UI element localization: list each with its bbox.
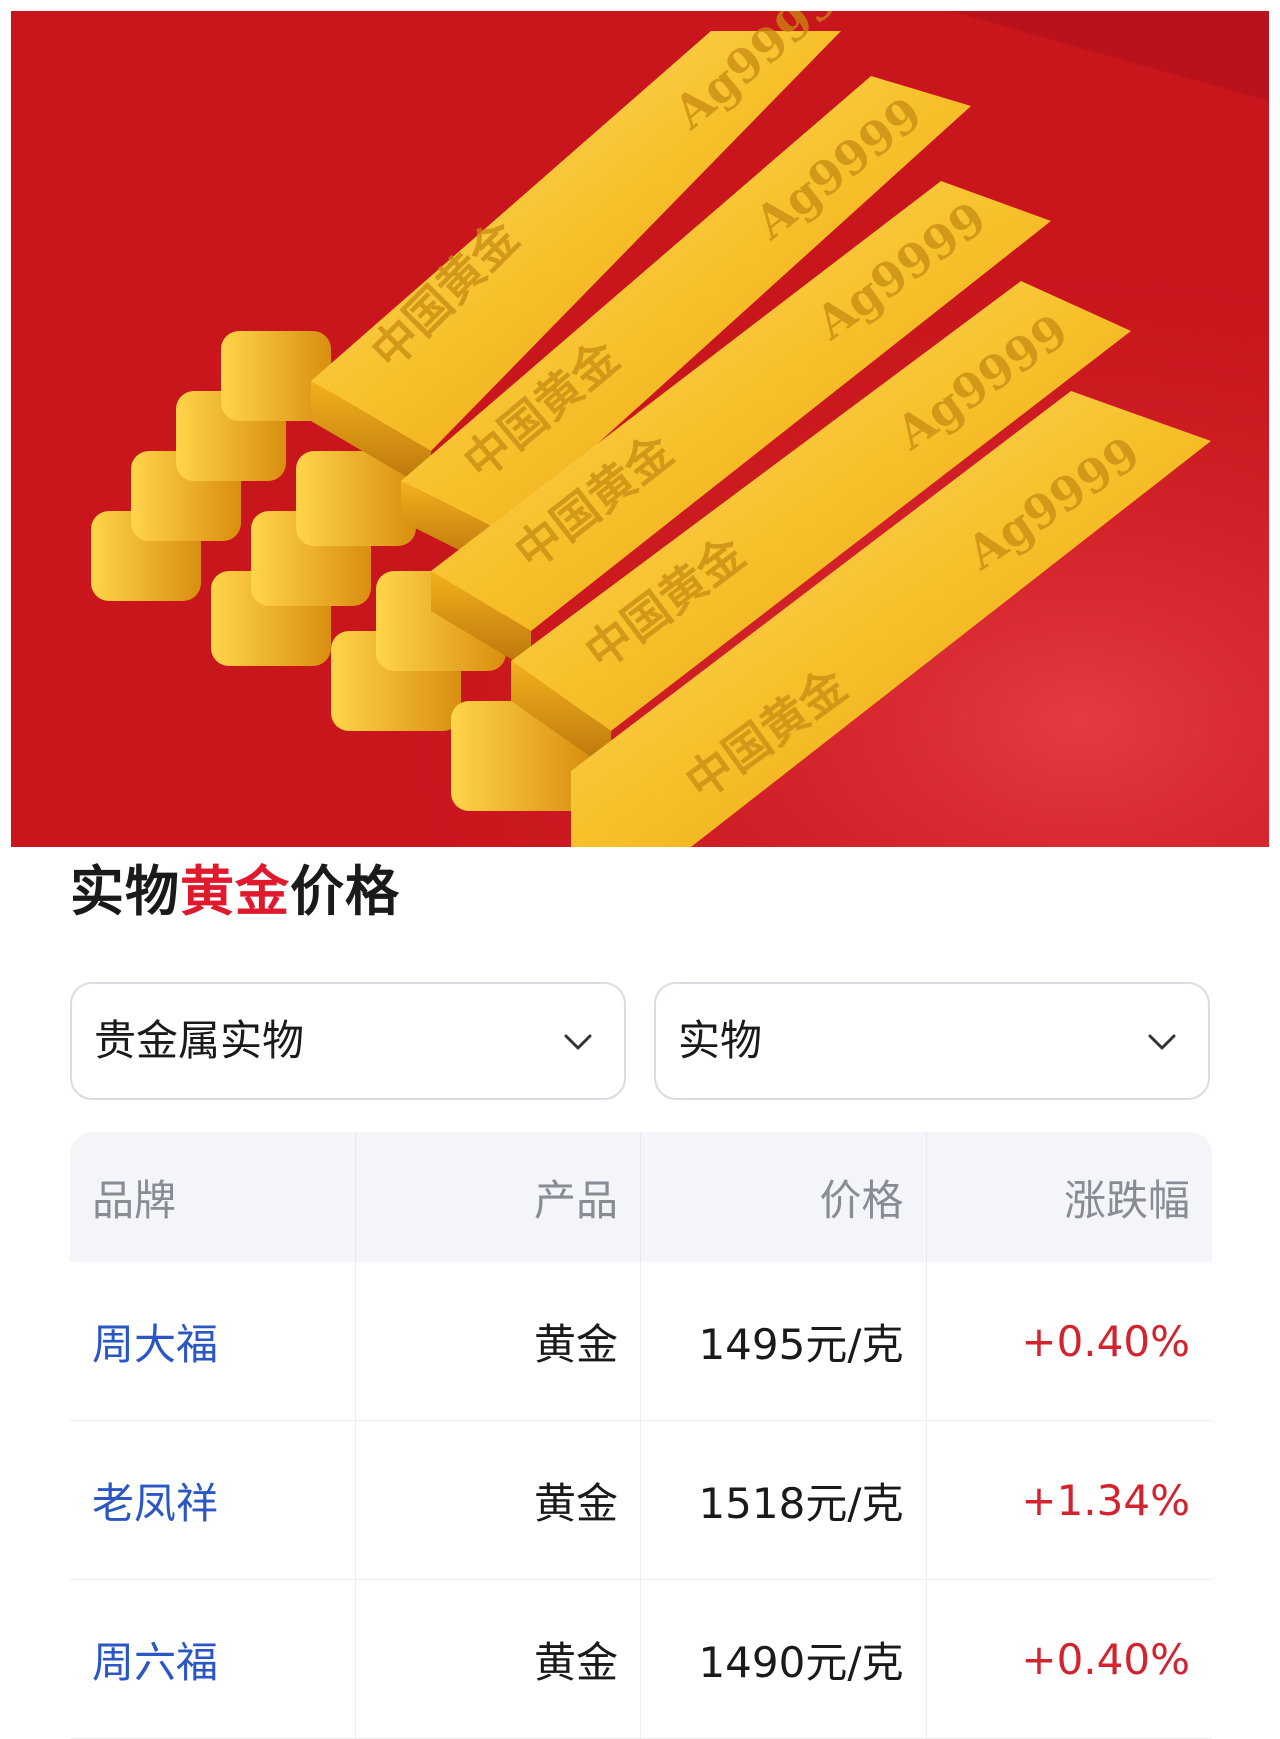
change-cell: +0.40% [1021, 1634, 1190, 1684]
brand-link[interactable]: 周大福 [70, 1262, 356, 1420]
brand-link[interactable]: 老凤祥 [70, 1421, 356, 1579]
header-brand[interactable]: 品牌 [70, 1132, 356, 1262]
gold-price-table: 品牌 产品 价格 涨跌幅 周大福 黄金 1495元/克 +0.40% 老凤祥 黄… [70, 1132, 1212, 1739]
header-change[interactable]: 涨跌幅 [927, 1132, 1213, 1262]
product-cell: 黄金 [356, 1421, 641, 1579]
price-cell: 1495元/克 [641, 1262, 927, 1420]
change-cell: +0.40% [1021, 1316, 1190, 1366]
brand-link[interactable]: 周六福 [70, 1580, 356, 1738]
gold-bars-photo: 中国黄金 Ag9999 中国黄金 Ag9999 中国黄金 Ag9999 中国黄金… [11, 11, 1269, 847]
table-row[interactable]: 老凤祥 黄金 1518元/克 +1.34% [70, 1421, 1212, 1580]
header-price[interactable]: 价格 [641, 1132, 927, 1262]
category-select-value: 贵金属实物 [94, 1016, 305, 1065]
title-highlight: 黄金 [180, 860, 290, 923]
chevron-down-icon [564, 1034, 592, 1050]
category-select[interactable]: 贵金属实物 [70, 982, 626, 1100]
page-title: 实物黄金价格 [70, 852, 400, 932]
type-select-value: 实物 [678, 1016, 763, 1065]
change-cell: +1.34% [1021, 1475, 1190, 1525]
price-cell: 1490元/克 [641, 1580, 927, 1738]
table-row[interactable]: 周大福 黄金 1495元/克 +0.40% [70, 1262, 1212, 1421]
product-cell: 黄金 [356, 1580, 641, 1738]
title-part-1: 实物 [70, 860, 180, 923]
chevron-down-icon [1148, 1034, 1176, 1050]
header-product[interactable]: 产品 [356, 1132, 641, 1262]
type-select[interactable]: 实物 [654, 982, 1210, 1100]
table-header: 品牌 产品 价格 涨跌幅 [70, 1132, 1212, 1262]
price-cell: 1518元/克 [641, 1421, 927, 1579]
table-row[interactable]: 周六福 黄金 1490元/克 +0.40% [70, 1580, 1212, 1739]
product-cell: 黄金 [356, 1262, 641, 1420]
title-part-2: 价格 [290, 860, 400, 923]
